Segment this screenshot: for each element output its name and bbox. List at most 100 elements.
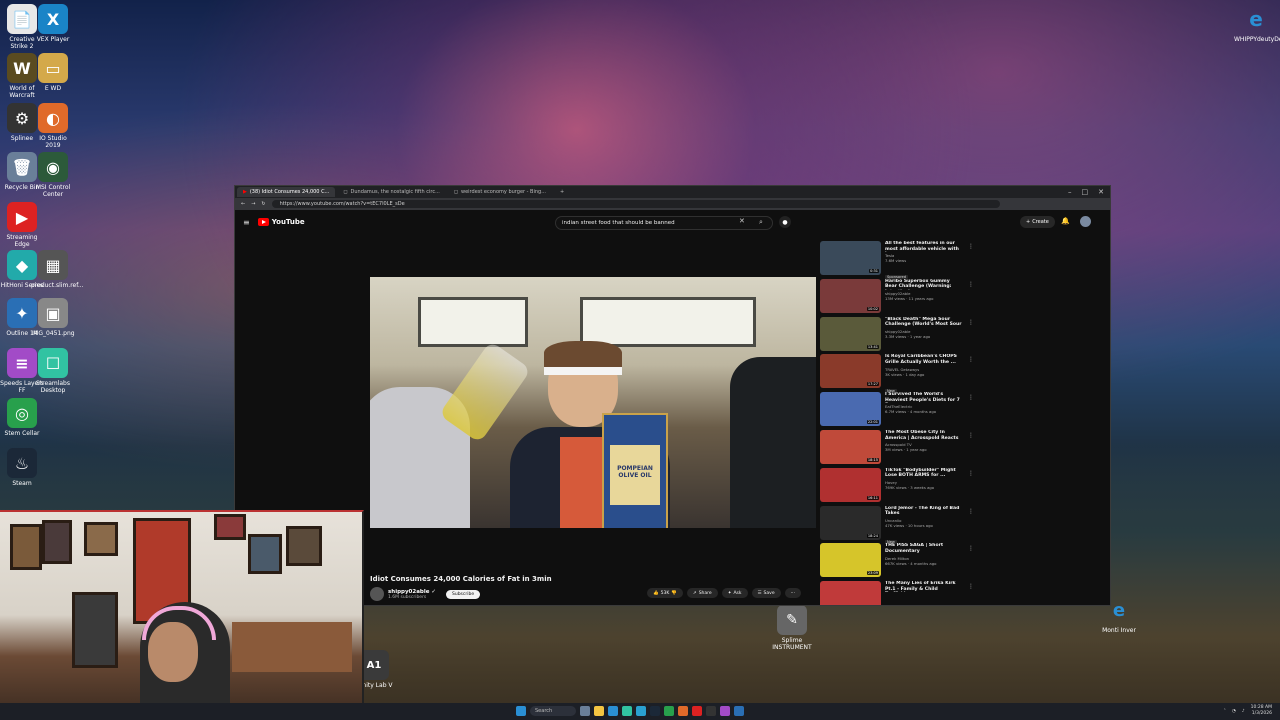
kebab-menu-icon[interactable]: ⋮ (968, 583, 974, 590)
kebab-menu-icon[interactable]: ⋮ (968, 470, 974, 477)
taskbar-app-icon[interactable] (580, 706, 590, 716)
kebab-menu-icon[interactable]: ⋮ (968, 356, 974, 363)
recommendation-thumbnail[interactable]: 16:11 (820, 467, 881, 502)
volume-icon[interactable]: ♪ (1242, 709, 1245, 714)
reload-icon[interactable]: ↻ (261, 201, 265, 207)
ask-button[interactable]: ✦ Ask (721, 588, 748, 598)
taskbar-app-icon[interactable] (720, 706, 730, 716)
taskbar-app-icon[interactable] (650, 706, 660, 716)
more-button[interactable]: ··· (784, 588, 801, 598)
like-button[interactable]: 👍 53K 👎 (647, 588, 683, 598)
taskbar-app-icon[interactable] (734, 706, 744, 716)
kebab-menu-icon[interactable]: ⋮ (968, 545, 974, 552)
recommendation-item[interactable]: 23:09 THE PISS SAGA | Short Documentary De… (820, 543, 974, 581)
desktop-icon[interactable]: ▭ E WD (31, 53, 75, 92)
recommendation-thumbnail[interactable]: 18:24 (820, 505, 881, 540)
recommendation-title[interactable]: All the best features in our most afford… (885, 241, 963, 252)
desktop-icon-edge[interactable]: e WHIPPYdeutyDe... (1234, 4, 1280, 44)
recommendation-thumbnail[interactable]: 0:31 (820, 241, 881, 275)
recommendation-item[interactable]: 18:15 The Most Obese City In America | Ac… (820, 429, 974, 468)
start-icon[interactable] (516, 706, 526, 716)
desktop-icon[interactable]: ◎ Stem Cellar (0, 398, 44, 437)
wall-frame (42, 520, 72, 564)
taskbar-app-icon[interactable] (594, 706, 604, 716)
recommendation-item[interactable]: 18:24 Lord Jemor - The King of Bad Takes U… (820, 505, 974, 544)
close-button[interactable]: ✕ (1098, 188, 1104, 196)
chevron-up-icon[interactable]: ˄ (1224, 709, 1226, 714)
kebab-menu-icon[interactable]: ⋮ (968, 281, 974, 288)
back-icon[interactable]: ← (241, 201, 245, 207)
recommendation-thumbnail[interactable] (820, 581, 881, 605)
taskbar-app-icon[interactable] (692, 706, 702, 716)
recommendation-thumbnail[interactable]: 23:09 (820, 543, 881, 578)
thumbs-down-icon[interactable]: 👎 (671, 591, 677, 596)
save-button[interactable]: ☰ Save (751, 588, 781, 598)
taskbar-app-icon[interactable] (636, 706, 646, 716)
recommendation-title[interactable]: "Black Death" Mega Sour Challenge (World… (885, 317, 963, 328)
share-button[interactable]: ↗ Share (686, 588, 718, 598)
tab-dundamus[interactable]: ◻ Dundamus, the nostalgic fifth circ... (337, 187, 446, 197)
new-tab-button[interactable]: + (554, 187, 570, 197)
recommendation-title[interactable]: THE PISS SAGA | Short Documentary (885, 543, 963, 554)
taskbar-app-icon[interactable] (664, 706, 674, 716)
recommendation-title[interactable]: Lord Jemor - The King of Bad Takes (885, 506, 963, 517)
channel-avatar[interactable] (370, 587, 384, 601)
desktop-icon[interactable]: ◐ IO Studio 2019 (31, 103, 75, 149)
taskbar-app-icon[interactable] (608, 706, 618, 716)
desktop-icon-splime[interactable]: ✎ Splime INSTRUMENT (770, 605, 814, 651)
recommendation-title[interactable]: The Most Obese City In America | Acrossp… (885, 430, 963, 441)
clear-search-icon[interactable]: ✕ (739, 217, 745, 225)
create-button[interactable]: + Create (1020, 216, 1055, 228)
desktop-icon[interactable]: ▣ IMG_0451.png (31, 298, 75, 337)
minimize-button[interactable]: – (1068, 188, 1072, 196)
tab-bing[interactable]: ◻ weirdest economy burger - Bing... (448, 187, 552, 197)
kebab-menu-icon[interactable]: ⋮ (968, 319, 974, 326)
menu-icon[interactable]: ≡ (243, 218, 250, 227)
kebab-menu-icon[interactable]: ⋮ (968, 243, 974, 250)
recommendation-thumbnail[interactable]: 17:27 (820, 354, 881, 389)
recommendation-thumbnail[interactable]: 13:41 (820, 316, 881, 351)
subscribe-button[interactable]: Subscribe (445, 589, 481, 599)
recommendation-item[interactable]: 0:31 All the best features in our most af… (820, 241, 974, 280)
recommendation-thumbnail[interactable]: 10:02 (820, 278, 881, 313)
recommendation-title[interactable]: I Survived The World's Heaviest People's… (885, 392, 963, 403)
recommendation-item[interactable]: 13:41 "Black Death" Mega Sour Challenge (… (820, 316, 974, 355)
recommendation-item[interactable]: 17:27 Is Royal Caribbean's CHOPS Grille A… (820, 354, 974, 393)
recommendation-item[interactable]: 10:02 Haribo Superbox Gummy Bear Challeng… (820, 278, 974, 317)
desktop-icon[interactable]: ♨ Steam (0, 448, 44, 487)
taskbar-app-icon[interactable] (622, 706, 632, 716)
recommendation-title[interactable]: Is Royal Caribbean's CHOPS Grille Actual… (885, 354, 963, 365)
recommendation-thumbnail[interactable]: 18:15 (820, 429, 881, 464)
recommendation-title[interactable]: The Many Lies of Erika Kirk Pt.1 - Famil… (885, 581, 963, 592)
forward-icon[interactable]: → (251, 201, 255, 207)
tab-video[interactable]: ▶ (38) Idiot Consumes 24,000 C... (237, 187, 336, 197)
desktop-icon[interactable]: ▦ product.slim.ref... (31, 250, 84, 289)
channel-name[interactable]: shippy02able ✓ (388, 589, 436, 595)
clock[interactable]: 10:28 AM 1/3/2026 (1251, 705, 1272, 717)
recommendation-item[interactable]: The Many Lies of Erika Kirk Pt.1 - Famil… (820, 581, 974, 605)
mic-icon[interactable]: ● (779, 216, 791, 228)
recommendation-title[interactable]: Haribo Superbox Gummy Bear Challenge (Wa… (885, 279, 963, 290)
recommendation-item[interactable]: 16:11 TikTok "Bodybuilder" Might Lose BOT… (820, 467, 974, 506)
account-avatar[interactable] (1080, 216, 1091, 227)
youtube-logo[interactable]: YouTube (257, 218, 305, 226)
wifi-icon[interactable]: ◔ (1232, 709, 1236, 714)
desktop-icon[interactable]: ☐ Streamlabs Desktop (31, 348, 75, 394)
desktop-icon[interactable]: X VEX Player (31, 4, 75, 43)
kebab-menu-icon[interactable]: ⋮ (968, 508, 974, 515)
taskbar-app-icon[interactable] (706, 706, 716, 716)
recommendation-thumbnail[interactable]: 22:01 (820, 392, 881, 427)
recommendation-title[interactable]: TikTok "Bodybuilder" Might Lose BOTH ARM… (885, 468, 963, 479)
kebab-menu-icon[interactable]: ⋮ (968, 432, 974, 439)
desktop-icon[interactable]: ▶ Streaming Edge (0, 202, 44, 248)
url-field[interactable]: https://www.youtube.com/watch?v=tEC7I0LE… (271, 200, 1000, 208)
kebab-menu-icon[interactable]: ⋮ (968, 394, 974, 401)
notifications-bell-icon[interactable]: 🔔 (1061, 217, 1070, 225)
search-button[interactable]: ⌕ (753, 216, 769, 228)
desktop-icon[interactable]: ◉ MSI Control Center (31, 152, 75, 198)
taskbar-app-icon[interactable] (678, 706, 688, 716)
taskbar-search[interactable]: Search (530, 706, 576, 716)
video-player[interactable]: POMPEIAN OLIVE OIL (370, 277, 816, 528)
maximize-button[interactable]: □ (1082, 188, 1089, 196)
recommendation-item[interactable]: 22:01 I Survived The World's Heaviest Peo… (820, 392, 974, 430)
